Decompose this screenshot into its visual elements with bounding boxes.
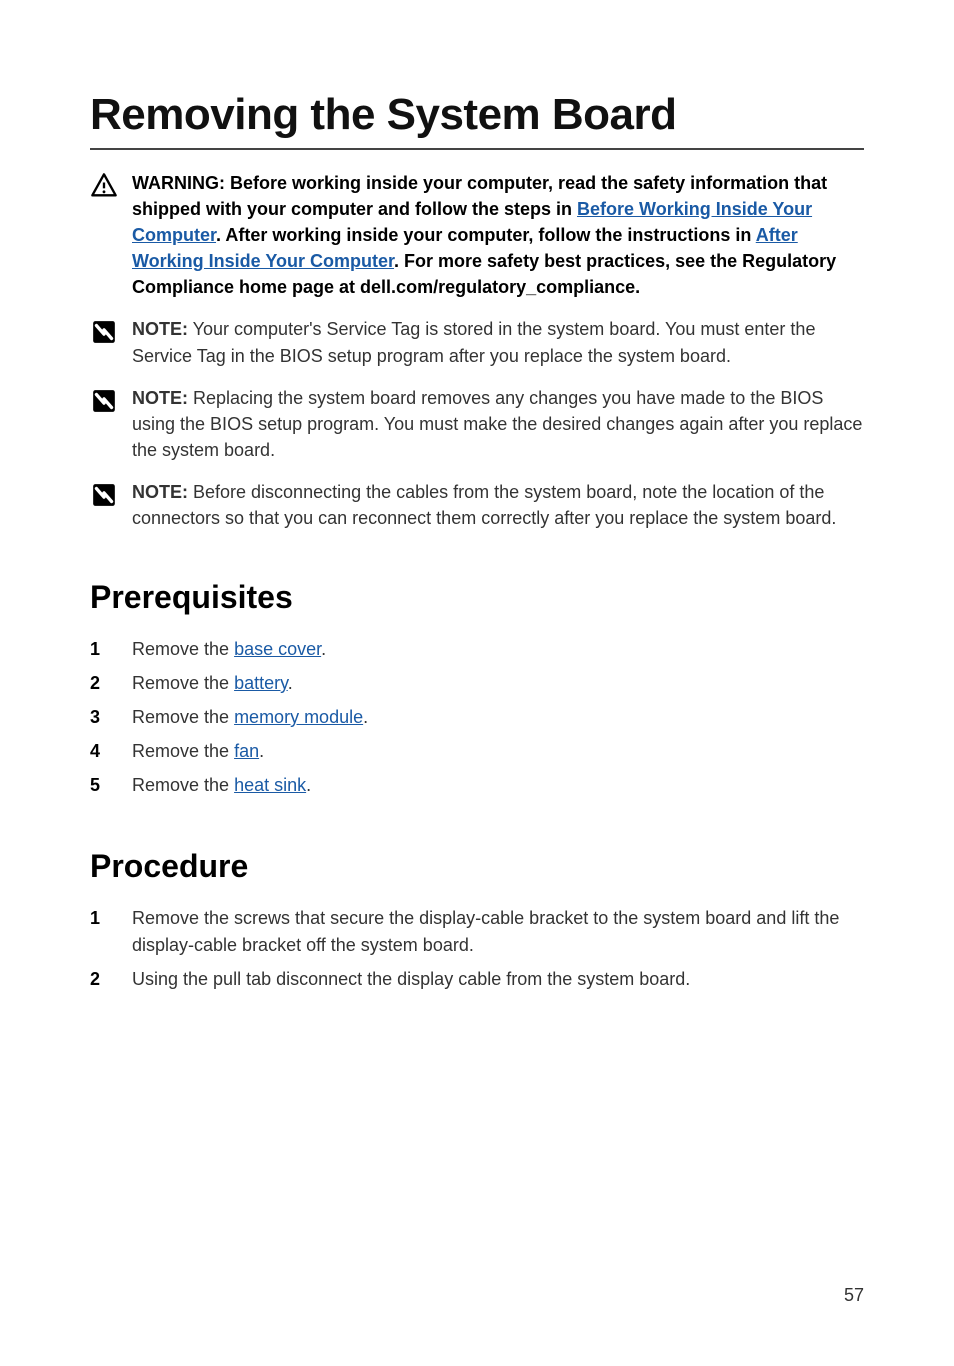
- link-battery[interactable]: battery: [234, 673, 288, 693]
- list-item: 4 Remove the fan.: [90, 738, 864, 766]
- list-item: 2 Remove the battery.: [90, 670, 864, 698]
- list-item: 1 Remove the base cover.: [90, 636, 864, 664]
- list-item: 3 Remove the memory module.: [90, 704, 864, 732]
- link-heat-sink[interactable]: heat sink: [234, 775, 306, 795]
- manual-page: Removing the System Board WARNING: Befor…: [0, 0, 954, 1366]
- item-number: 4: [90, 738, 102, 766]
- note-text-2: NOTE: Replacing the system board removes…: [132, 385, 864, 463]
- item-text: Remove the fan.: [132, 738, 264, 766]
- item-text: Remove the base cover.: [132, 636, 326, 664]
- note-prefix-2: NOTE:: [132, 388, 188, 408]
- item-number: 5: [90, 772, 102, 800]
- link-base-cover[interactable]: base cover: [234, 639, 321, 659]
- list-item: 5 Remove the heat sink.: [90, 772, 864, 800]
- procedure-list: 1 Remove the screws that secure the disp…: [90, 905, 864, 995]
- item-number: 3: [90, 704, 102, 732]
- item-text: Remove the heat sink.: [132, 772, 311, 800]
- note-body-1: Your computer's Service Tag is stored in…: [132, 319, 815, 365]
- procedure-heading: Procedure: [90, 848, 864, 885]
- page-number: 57: [844, 1285, 864, 1306]
- note-body-2: Replacing the system board removes any c…: [132, 388, 862, 460]
- note-body-3: Before disconnecting the cables from the…: [132, 482, 836, 528]
- note-icon: [90, 318, 118, 346]
- note-text-3: NOTE: Before disconnecting the cables fr…: [132, 479, 864, 531]
- warning-prefix: WARNING:: [132, 173, 225, 193]
- item-text: Remove the battery.: [132, 670, 293, 698]
- item-number: 2: [90, 966, 102, 994]
- prerequisites-heading: Prerequisites: [90, 579, 864, 616]
- prerequisites-list: 1 Remove the base cover. 2 Remove the ba…: [90, 636, 864, 799]
- note-prefix-1: NOTE:: [132, 319, 188, 339]
- note-block-3: NOTE: Before disconnecting the cables fr…: [90, 479, 864, 531]
- item-text: Remove the screws that secure the displa…: [132, 905, 864, 961]
- warning-block: WARNING: Before working inside your comp…: [90, 170, 864, 300]
- item-number: 1: [90, 905, 102, 933]
- item-number: 1: [90, 636, 102, 664]
- page-title: Removing the System Board: [90, 90, 864, 140]
- link-memory-module[interactable]: memory module: [234, 707, 363, 727]
- note-text-1: NOTE: Your computer's Service Tag is sto…: [132, 316, 864, 368]
- item-number: 2: [90, 670, 102, 698]
- note-icon: [90, 481, 118, 509]
- item-text: Remove the memory module.: [132, 704, 368, 732]
- list-item: 2 Using the pull tab disconnect the disp…: [90, 966, 864, 994]
- warning-part2: . After working inside your computer, fo…: [216, 225, 756, 245]
- note-prefix-3: NOTE:: [132, 482, 188, 502]
- link-fan[interactable]: fan: [234, 741, 259, 761]
- note-icon: [90, 387, 118, 415]
- item-text: Using the pull tab disconnect the displa…: [132, 966, 690, 994]
- warning-text: WARNING: Before working inside your comp…: [132, 170, 864, 300]
- title-underline: [90, 148, 864, 150]
- note-block-2: NOTE: Replacing the system board removes…: [90, 385, 864, 463]
- list-item: 1 Remove the screws that secure the disp…: [90, 905, 864, 961]
- note-block-1: NOTE: Your computer's Service Tag is sto…: [90, 316, 864, 368]
- warning-icon: [90, 172, 118, 200]
